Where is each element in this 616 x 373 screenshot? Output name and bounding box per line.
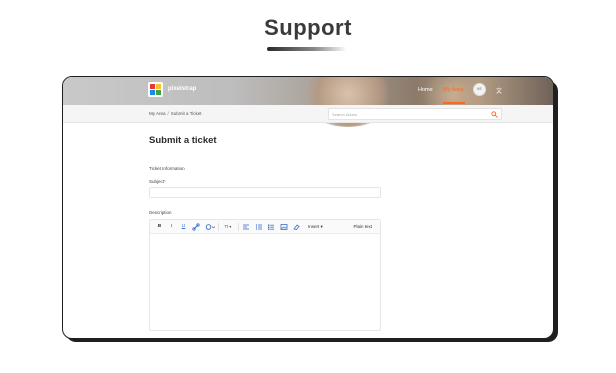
underline-button[interactable]: U (180, 223, 187, 231)
plain-text-toggle[interactable]: Plain text (353, 223, 372, 231)
italic-button[interactable]: I (168, 223, 175, 231)
section-heading: Ticket Information (149, 166, 185, 171)
description-editor[interactable]: B I U Tt ▾ Insert ▾ Plain text (149, 219, 381, 331)
insert-label: Insert (308, 224, 320, 229)
nav-my-area[interactable]: My Area (443, 87, 463, 93)
font-size-label: Tt (224, 224, 229, 229)
link-icon[interactable] (192, 223, 200, 231)
nav-home[interactable]: Home (418, 87, 433, 93)
breadcrumb-submit-ticket: Submit a Ticket (170, 111, 202, 116)
toolbar-divider (238, 223, 239, 231)
font-size-dropdown[interactable]: Tt ▾ (222, 223, 234, 231)
ordered-list-icon[interactable] (267, 223, 275, 231)
bullet-list-icon[interactable] (255, 223, 263, 231)
logo-square-blue (150, 90, 155, 95)
breadcrumb-bar: My Area / Submit a Ticket (63, 105, 553, 123)
nav-active-indicator (443, 102, 465, 104)
brand-logo-icon[interactable] (148, 82, 163, 97)
required-mark: * (164, 179, 166, 184)
eraser-icon[interactable] (292, 223, 300, 231)
title-underline (267, 47, 347, 51)
subject-label-text: Subject (149, 179, 165, 184)
form-title: Submit a ticket (149, 135, 217, 146)
breadcrumb-my-area[interactable]: My Area (149, 111, 166, 116)
translate-icon[interactable]: 文 (496, 86, 502, 95)
editor-toolbar: B I U Tt ▾ Insert ▾ Plain text (150, 220, 380, 234)
search-icon[interactable] (491, 111, 498, 118)
subject-label: Subject* (149, 179, 166, 184)
toolbar-divider (218, 223, 219, 231)
ticket-form: Submit a ticket Ticket Information Subje… (149, 135, 381, 331)
avatar[interactable]: KE (473, 83, 486, 96)
logo-square-green (156, 90, 161, 95)
image-icon[interactable] (280, 223, 288, 231)
align-left-icon[interactable] (242, 223, 250, 231)
browser-frame: pixelstrap Home My Area KE 文 My Area / Sub… (62, 76, 554, 339)
text-color-icon[interactable] (205, 223, 215, 231)
search-box (328, 108, 502, 120)
page-title: Support (264, 15, 352, 40)
bold-button[interactable]: B (156, 223, 163, 231)
breadcrumb-separator: / (167, 111, 169, 116)
breadcrumb: My Area / Submit a Ticket (149, 111, 202, 116)
subject-field[interactable] (149, 187, 381, 198)
description-label: Description (149, 210, 172, 215)
insert-dropdown[interactable]: Insert ▾ (308, 223, 323, 231)
logo-square-red (150, 84, 155, 89)
header-hero: pixelstrap Home My Area KE 文 (63, 77, 553, 127)
search-input[interactable] (332, 110, 482, 119)
brand-name[interactable]: pixelstrap (168, 86, 196, 92)
logo-square-yellow (156, 84, 161, 89)
